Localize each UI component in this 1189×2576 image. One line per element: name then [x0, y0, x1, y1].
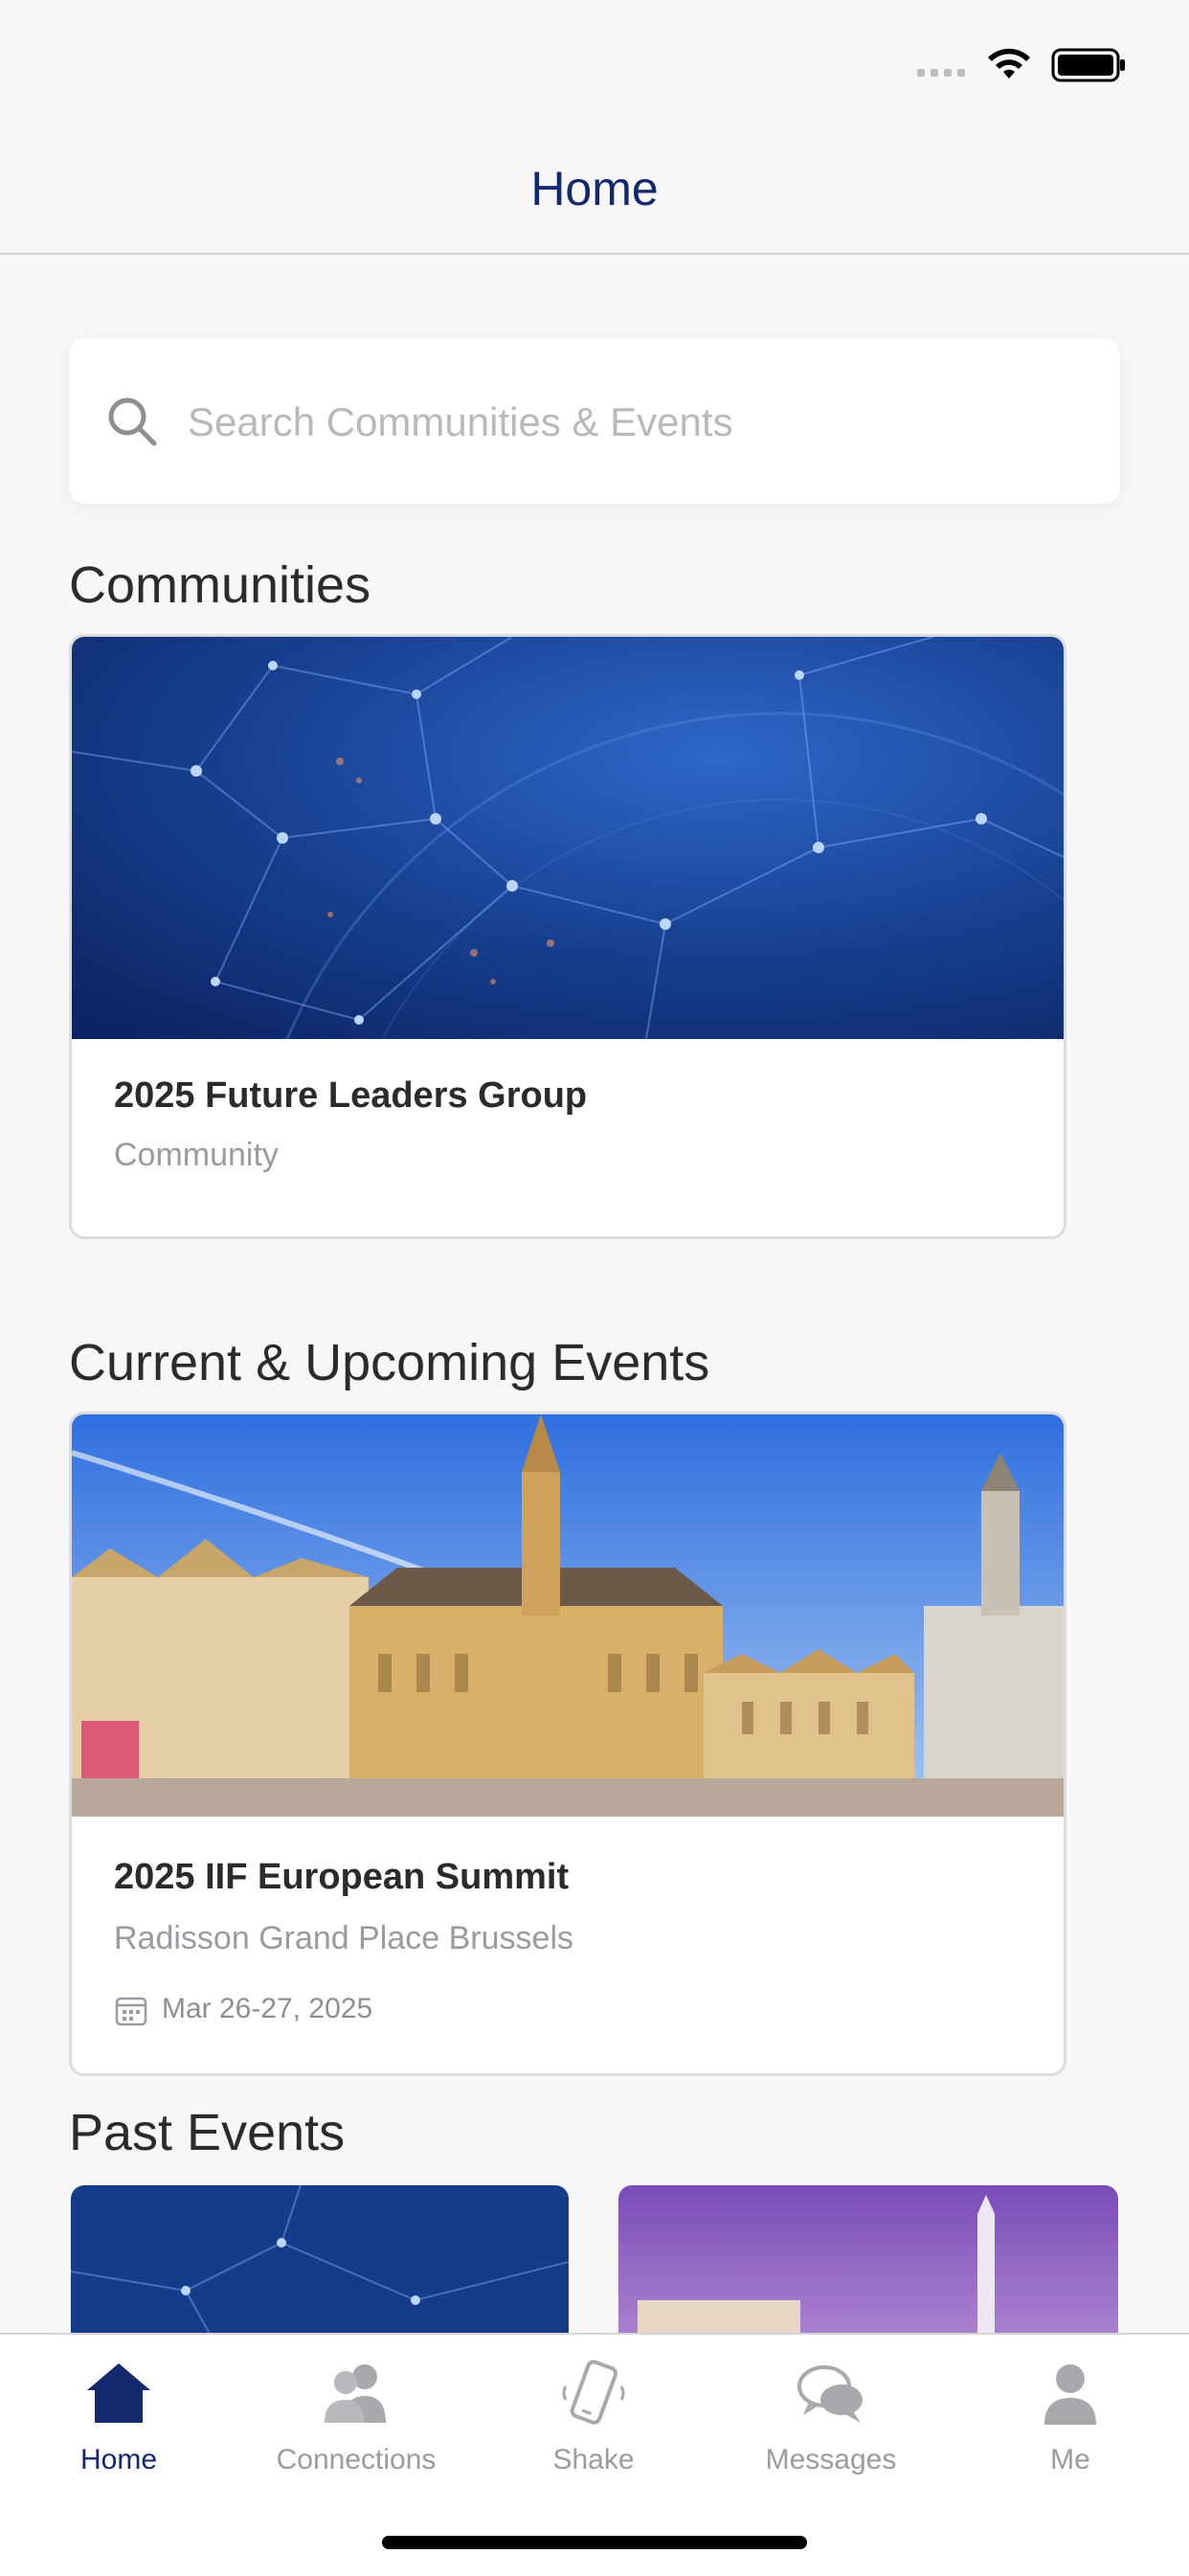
messages-icon: [797, 2365, 863, 2423]
home-indicator[interactable]: [382, 2536, 807, 2549]
section-title-communities: Communities: [69, 556, 371, 614]
tab-me[interactable]: Me: [952, 2333, 1189, 2505]
calendar-icon: [115, 1997, 147, 2026]
tab-connections-label: Connections: [276, 2444, 437, 2475]
status-bar: [0, 0, 1189, 124]
tab-shake[interactable]: Shake: [475, 2333, 712, 2505]
search-input[interactable]: [186, 383, 1089, 462]
battery-icon: [1051, 48, 1125, 82]
tab-home[interactable]: Home: [0, 2333, 237, 2505]
community-title: 2025 Future Leaders Group: [114, 1075, 588, 1116]
tab-shake-label: Shake: [552, 2444, 635, 2475]
event-venue: Radisson Grand Place Brussels: [114, 1920, 574, 1956]
event-title: 2025 IIF European Summit: [114, 1857, 570, 1897]
tab-messages[interactable]: Messages: [712, 2333, 950, 2505]
home-icon: [87, 2363, 150, 2423]
section-title-upcoming-events: Current & Upcoming Events: [69, 1334, 710, 1391]
community-type: Community: [114, 1137, 279, 1173]
shake-phone-icon: [562, 2360, 625, 2425]
community-card[interactable]: 2025 Future Leaders Group Community: [69, 634, 1066, 1239]
search-icon: [108, 397, 157, 446]
page-title: Home: [530, 162, 659, 215]
nav-divider: [0, 253, 1189, 255]
event-date: Mar 26-27, 2025: [162, 1993, 373, 2024]
event-card[interactable]: 2025 IIF European Summit Radisson Grand …: [69, 1412, 1066, 2076]
wifi-icon: [988, 48, 1030, 79]
community-banner-image: [72, 637, 1064, 1039]
event-banner-image: [72, 1414, 1064, 1817]
cellular-signal-icon: [917, 69, 965, 77]
tab-home-label: Home: [79, 2444, 158, 2475]
person-icon: [1044, 2364, 1096, 2425]
tab-me-label: Me: [1050, 2444, 1090, 2475]
section-title-past-events: Past Events: [69, 2104, 346, 2161]
connections-icon: [325, 2364, 386, 2423]
tab-connections[interactable]: Connections: [237, 2333, 475, 2505]
tab-messages-label: Messages: [765, 2444, 897, 2475]
